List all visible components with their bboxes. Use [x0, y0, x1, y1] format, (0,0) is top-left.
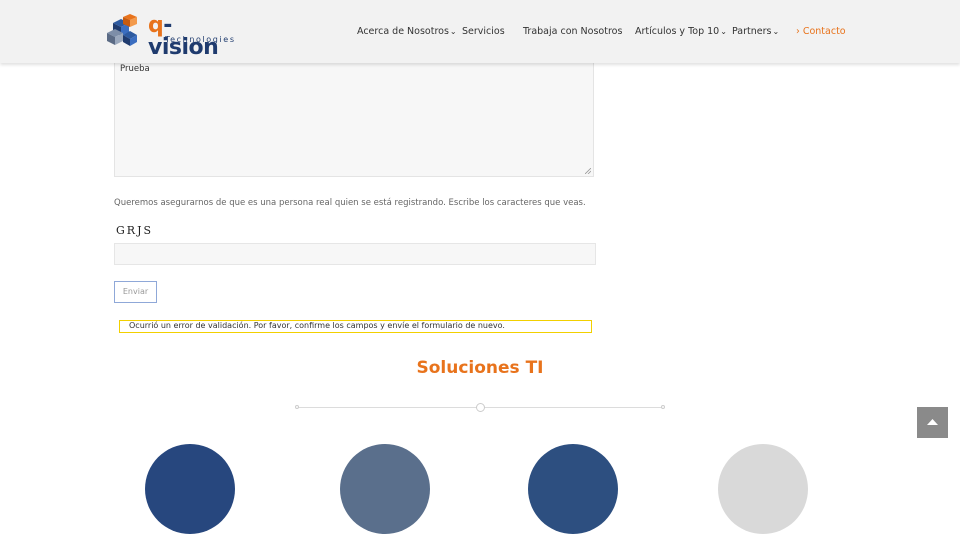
message-value: Prueba	[120, 64, 150, 74]
cubes-logo-icon	[107, 14, 137, 46]
validation-error-message: Ocurrió un error de validación. Por favo…	[119, 320, 592, 333]
nav-item-partners[interactable]: Partners⌄	[732, 26, 779, 37]
solution-circle[interactable]	[718, 444, 808, 534]
nav-item-label: Contacto	[802, 26, 846, 37]
nav-item-contacto[interactable]: › Contacto	[796, 26, 846, 37]
nav-item-label: Trabaja con Nosotros	[523, 26, 623, 37]
nav-item-label: Partners	[732, 26, 772, 37]
captcha-instructions: Queremos asegurarnos de que es una perso…	[114, 198, 586, 208]
divider-dot	[295, 405, 299, 409]
chevron-down-icon: ⌄	[772, 27, 780, 36]
message-textarea[interactable]: Prueba	[114, 55, 594, 177]
logo[interactable]: q-vision Technologies	[105, 13, 236, 59]
nav-item-label: Servicios	[462, 26, 505, 37]
divider-center-dot	[476, 403, 485, 412]
section-title: Soluciones TI	[416, 358, 544, 378]
captcha-image: GRJS	[116, 224, 154, 237]
nav-item-trabaja[interactable]: Trabaja con Nosotros	[523, 26, 622, 37]
scroll-to-top-button[interactable]	[917, 407, 948, 438]
solution-circle[interactable]	[528, 444, 618, 534]
nav-item-acerca[interactable]: Acerca de Nosotros⌄	[357, 26, 457, 37]
nav-item-articulos[interactable]: Artículos y Top 10⌄	[635, 26, 727, 37]
solution-circle[interactable]	[145, 444, 235, 534]
site-header: q-vision Technologies Acerca de Nosotros…	[0, 0, 960, 63]
captcha-input[interactable]	[114, 243, 596, 265]
chevron-down-icon: ⌄	[720, 27, 727, 36]
resize-handle-icon[interactable]	[585, 168, 591, 174]
divider-dot	[661, 405, 665, 409]
nav-item-servicios[interactable]: Servicios	[462, 26, 505, 37]
submit-button[interactable]: Enviar	[114, 281, 157, 303]
section-divider	[295, 403, 665, 412]
nav-item-label: Artículos y Top 10	[635, 26, 720, 37]
logo-tagline: Technologies	[165, 35, 236, 44]
chevron-up-icon	[927, 419, 938, 425]
nav-item-label: Acerca de Nosotros	[357, 26, 449, 37]
solution-circle[interactable]	[340, 444, 430, 534]
chevron-right-icon: ›	[796, 26, 800, 37]
chevron-down-icon: ⌄	[449, 27, 457, 36]
